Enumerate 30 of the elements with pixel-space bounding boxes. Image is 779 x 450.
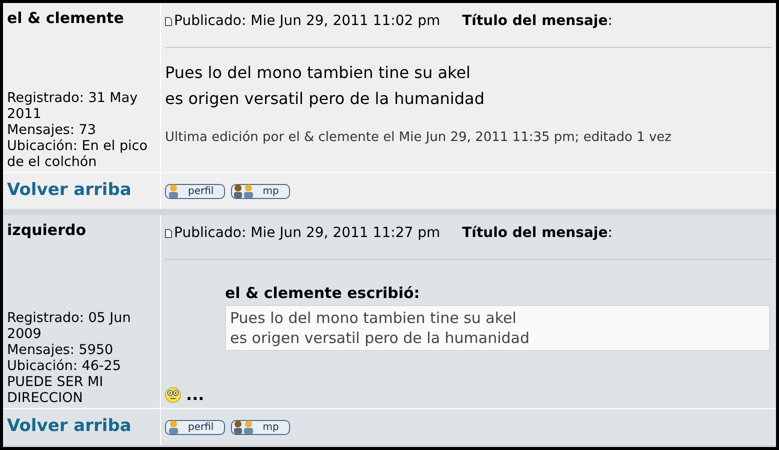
quote-author: el & clemente escribió: [225,283,421,304]
profile-button[interactable]: perfil [165,184,225,198]
edit-note: Ultima edición por el & clemente el Mie Jun 29, 2011 11:35 pm; editado 1 vez [165,129,672,147]
people-icon [232,420,255,434]
person-icon [167,420,180,434]
smiley-icon [165,386,181,402]
back-to-top-link[interactable]: Volver arriba [7,178,132,204]
author-detail: Mensajes: 5950 [7,342,114,358]
author-detail: Registrado: 31 May 2011 [7,90,139,122]
pm-button[interactable]: mp [230,420,290,434]
title-label: Título del mensaje: [462,224,612,242]
post-icon [165,228,172,238]
posted-date: Publicado: Mie Jun 29, 2011 11:02 pm [174,12,440,30]
author-detail: Ubicación: 46-25 PUEDE SER MI DIRECCION [7,358,122,406]
pm-button[interactable]: mp [230,184,290,198]
author-detail: Mensajes: 73 [7,122,97,138]
title-label: Título del mensaje: [462,12,612,30]
profile-button[interactable]: perfil [165,420,225,434]
person-icon [167,184,180,198]
posted-date: Publicado: Mie Jun 29, 2011 11:27 pm [174,224,440,242]
back-to-top-link[interactable]: Volver arriba [7,414,132,440]
post-text: ... [186,384,204,406]
quote-box: Pues lo del mono tambien tine su akel es origen versatil pero de la humanidad [225,304,770,350]
post-icon [165,16,172,26]
post-text: Pues lo del mono tambien tine su akel es origen versatil pero de la humanidad [165,62,486,110]
author-detail: Registrado: 05 Jun 2009 [7,310,132,342]
author-name: el & clemente [7,8,125,29]
author-detail: Ubicación: En el pico de el colchón [7,138,148,170]
people-icon [232,184,255,198]
author-name: izquierdo [7,220,88,241]
